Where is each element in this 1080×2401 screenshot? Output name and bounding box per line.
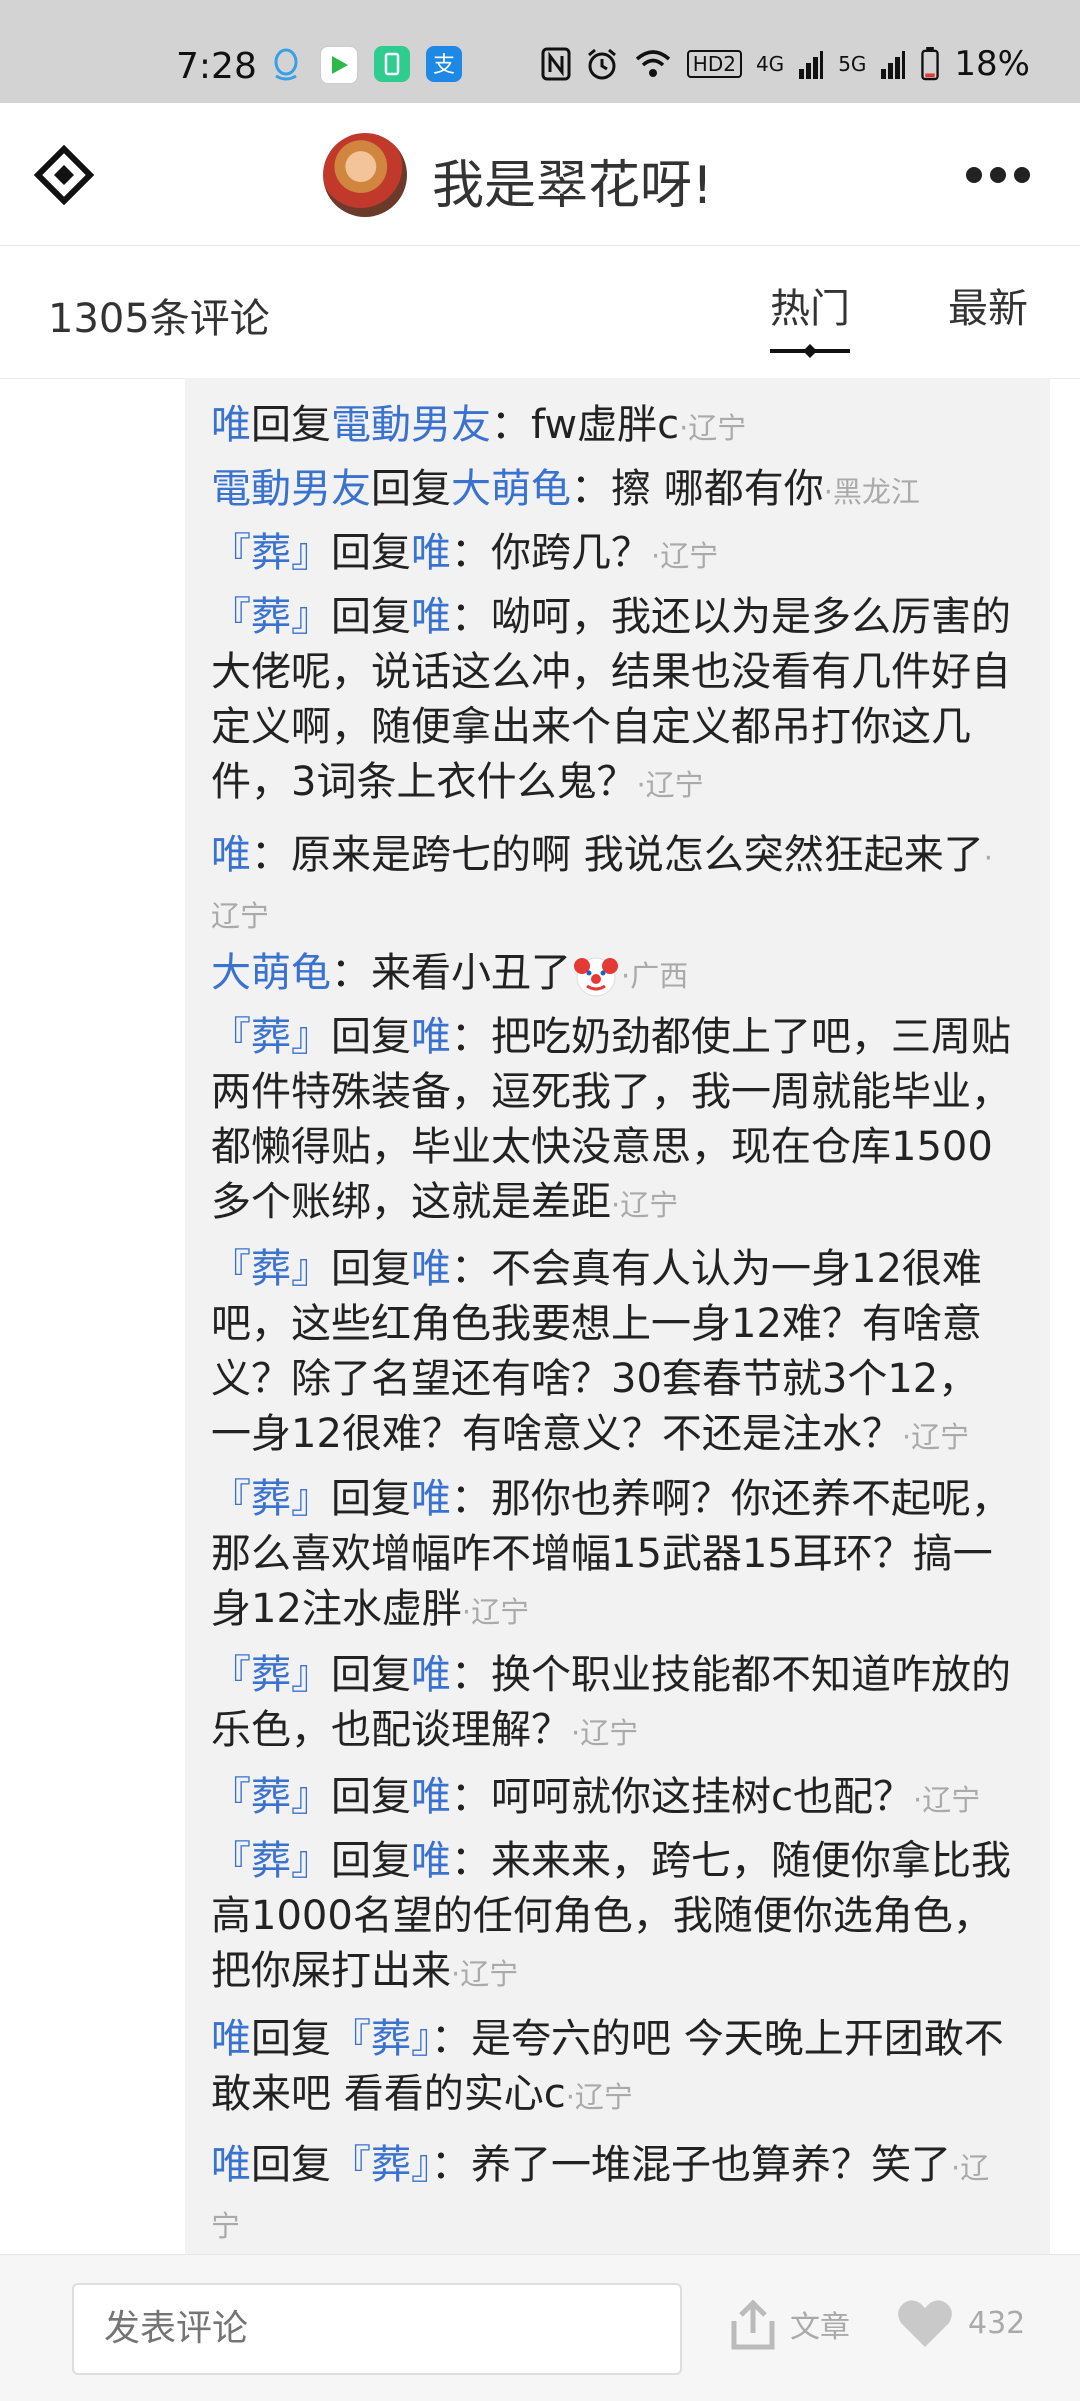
reply-author[interactable]: 『葬』 [211,1652,331,1698]
diamond-logo-icon[interactable] [34,145,94,205]
reply-target[interactable]: 唯 [411,1774,451,1820]
reply-author[interactable]: 『葬』 [211,1476,331,1522]
alarm-icon [587,48,616,80]
reply-author[interactable]: 『葬』 [211,530,331,576]
reply-target[interactable]: 『葬』 [331,2142,431,2188]
reply-target[interactable]: 電動男友 [331,402,491,448]
article-button[interactable]: 文章 [730,2297,850,2351]
reply-target[interactable]: 『葬』 [331,2016,431,2062]
alipay-app-icon: 支 [426,46,462,82]
reply-location: ·辽宁 [636,768,704,802]
reply-text: 养了一堆混子也算养？笑了 [471,2142,951,2188]
reply-location: ·广西 [621,959,689,993]
reply-item[interactable]: 『葬』回复唯：来来来，跨七，随便你拿比我高1000名望的任何角色，我随便你选角色… [211,1834,1011,2002]
reply-location: ·辽宁 [461,1595,530,1629]
reply-text: 擦 哪都有你 [611,466,824,512]
reply-location: ·辽宁 [901,1420,970,1454]
reply-item[interactable]: 大萌龟：来看小丑了 ·广西 [211,946,1011,1004]
reply-author[interactable]: 電動男友 [211,466,371,512]
reply-text: fw虚胖c [531,402,680,448]
reply-item[interactable]: 電動男友回复大萌龟：擦 哪都有你·黑龙江 [211,462,1011,520]
reply-item[interactable]: 『葬』回复唯：把吃奶劲都使上了吧，三周贴两件特殊装备，逗死我了，我一周就能毕业，… [211,1010,1011,1233]
battery-percent: 18% [954,44,1030,84]
tab-hot[interactable]: 热门 [770,276,850,334]
reply-location: ·辽宁 [451,1957,519,1991]
reply-author[interactable]: 『葬』 [211,594,331,640]
reply-text: 呵呵就你这挂树c也配？ [491,1774,913,1820]
share-article-icon [731,2299,775,2350]
top-header: 我是翠花呀! [0,103,1080,246]
reply-target[interactable]: 唯 [411,594,451,640]
reply-target[interactable]: 唯 [411,530,451,576]
reply-location: ·辽宁 [611,1188,679,1222]
status-bar: 7:28 支 HD2 4G 5G 18% [0,0,1080,103]
reply-author[interactable]: 『葬』 [211,1014,331,1060]
reply-item[interactable]: 『葬』回复唯：你跨几？·辽宁 [211,526,1011,584]
battery-saver-app-icon [374,46,410,82]
reply-location: ·辽宁 [651,539,719,573]
status-indicators: HD2 4G 5G 18% [541,44,1030,84]
reply-author[interactable]: 『葬』 [211,1838,331,1884]
comment-input[interactable] [72,2283,682,2375]
page-title: 我是翠花呀! [432,156,713,216]
network-5g-label: 5G [838,52,867,76]
active-tab-indicator [770,344,850,358]
reply-location: ·辽宁 [679,411,747,445]
reply-item[interactable]: 唯回复『葬』：是夸六的吧 今天晚上开团敢不敢来吧 看看的实心c·辽宁 [211,2012,1011,2125]
reply-author[interactable]: 唯 [211,2016,251,2062]
avatar[interactable] [323,133,407,217]
reply-author[interactable]: 唯 [211,2142,251,2188]
reply-location: ·辽宁 [571,1716,639,1750]
reply-author[interactable]: 唯 [211,832,251,878]
bottom-action-bar: 文章 432 [0,2254,1080,2401]
wifi-icon [635,50,670,77]
reply-target[interactable]: 唯 [411,1652,451,1698]
reply-target[interactable]: 唯 [411,1014,451,1060]
comment-count: 1305条评论 [48,296,270,342]
signal-5g-icon [881,51,906,79]
article-label: 文章 [790,2310,850,2345]
svg-text:支: 支 [433,53,455,78]
hd-label: HD2 [686,50,742,78]
status-time: 7:28 [176,46,257,87]
like-count: 432 [968,2305,1026,2341]
reply-target[interactable]: 唯 [411,1476,451,1522]
reply-thread: 唯回复電動男友：fw虚胖c·辽宁 電動男友回复大萌龟：擦 哪都有你·黑龙江 『葬… [185,378,1050,2254]
reply-text: 你跨几？ [491,530,651,576]
network-4g-label: 4G [755,52,785,76]
reply-location: ·辽宁 [565,2080,633,2114]
nfc-icon [541,47,571,81]
tab-latest[interactable]: 最新 [948,276,1028,334]
reply-location: ·辽宁 [913,1783,981,1817]
reply-item[interactable]: 『葬』回复唯：换个职业技能都不知道咋放的乐色，也配谈理解？·辽宁 [211,1648,1011,1761]
reply-target[interactable]: 唯 [411,1838,451,1884]
heart-icon [898,2300,952,2347]
like-button[interactable]: 432 [896,2297,1025,2349]
reply-item[interactable]: 『葬』回复唯：呦呵，我还以为是多么厉害的大佬呢，说话这么冲，结果也没看有几件好自… [211,590,1011,813]
reply-item[interactable]: 唯回复電動男友：fw虚胖c·辽宁 [211,398,1011,456]
reply-item[interactable]: 『葬』回复唯：不会真有人认为一身12很难吧，这些红角色我要想上一身12难？有啥意… [211,1242,1011,1465]
comments-tab-bar: 1305条评论 热门 最新 [0,246,1080,379]
reply-author[interactable]: 大萌龟 [211,950,331,996]
clipped-reply-top [209,378,1009,390]
more-horizontal-icon[interactable] [966,159,1030,191]
reply-target[interactable]: 大萌龟 [451,466,571,512]
reply-item[interactable]: 唯回复『葬』：养了一堆混子也算养？笑了·辽宁 [211,2138,1011,2254]
reply-author[interactable]: 『葬』 [211,1774,331,1820]
reply-item[interactable]: 唯：原来是跨七的啊 我说怎么突然狂起来了·辽宁 [211,828,1011,944]
video-app-icon [320,46,358,84]
reply-target[interactable]: 唯 [411,1246,451,1292]
signal-4g-icon [799,51,824,79]
reply-author[interactable]: 『葬』 [211,1246,331,1292]
battery-icon [921,47,940,81]
reply-item[interactable]: 『葬』回复唯：那你也养啊？你还养不起呢，那么喜欢增幅咋不增幅15武器15耳环？搞… [211,1472,1011,1640]
clown-face-emoji [574,957,618,997]
reply-location: ·黑龙江 [823,475,920,509]
reply-author[interactable]: 唯 [211,402,251,448]
reply-text: 原来是跨七的啊 我说怎么突然狂起来了 [291,832,984,878]
reply-item[interactable]: 『葬』回复唯：呵呵就你这挂树c也配？·辽宁 [211,1770,1011,1828]
reply-text: 来看小丑了 [371,950,571,996]
qq-app-icon [268,46,304,82]
